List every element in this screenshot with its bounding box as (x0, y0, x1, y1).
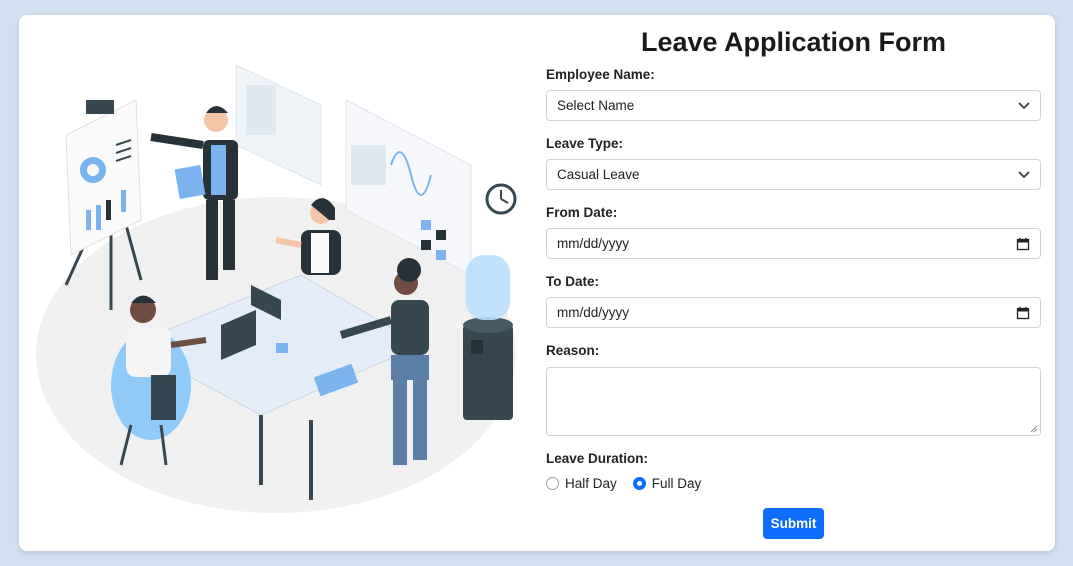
chevron-down-icon (1018, 101, 1030, 109)
calendar-icon[interactable] (1016, 237, 1030, 251)
leave-duration-options: Half Day Full Day (546, 476, 717, 491)
office-meeting-illustration (36, 64, 517, 513)
leave-type-label: Leave Type: (546, 136, 624, 151)
to-date-input[interactable]: mm/dd/yyyy (546, 297, 1041, 328)
leave-duration-label: Leave Duration: (546, 451, 649, 466)
leave-application-form: Leave Application Form Employee Name: Se… (546, 15, 1041, 551)
to-date-label: To Date: (546, 274, 599, 289)
half-day-label: Half Day (565, 476, 617, 491)
page-title: Leave Application Form (640, 27, 947, 57)
leave-form-card: Leave Application Form Employee Name: Se… (19, 15, 1055, 551)
employee-name-label: Employee Name: (546, 67, 655, 82)
calendar-icon[interactable] (1016, 306, 1030, 320)
full-day-label: Full Day (651, 476, 702, 491)
half-day-radio[interactable] (546, 477, 559, 490)
from-date-value: mm/dd/yyyy (557, 236, 630, 251)
reason-textarea[interactable] (546, 367, 1041, 436)
from-date-input[interactable]: mm/dd/yyyy (546, 228, 1041, 259)
submit-button[interactable]: Submit (763, 508, 824, 539)
leave-type-value: Casual Leave (557, 167, 640, 182)
full-day-option[interactable]: Full Day (632, 476, 702, 491)
resize-handle-icon[interactable] (1030, 425, 1038, 433)
employee-name-value: Select Name (557, 98, 635, 113)
from-date-label: From Date: (546, 205, 618, 220)
to-date-value: mm/dd/yyyy (557, 305, 630, 320)
employee-name-select[interactable]: Select Name (546, 90, 1041, 121)
chevron-down-icon (1018, 170, 1030, 178)
half-day-option[interactable]: Half Day (546, 476, 617, 491)
leave-type-select[interactable]: Casual Leave (546, 159, 1041, 190)
reason-label: Reason: (546, 343, 600, 358)
full-day-radio[interactable] (632, 477, 646, 490)
